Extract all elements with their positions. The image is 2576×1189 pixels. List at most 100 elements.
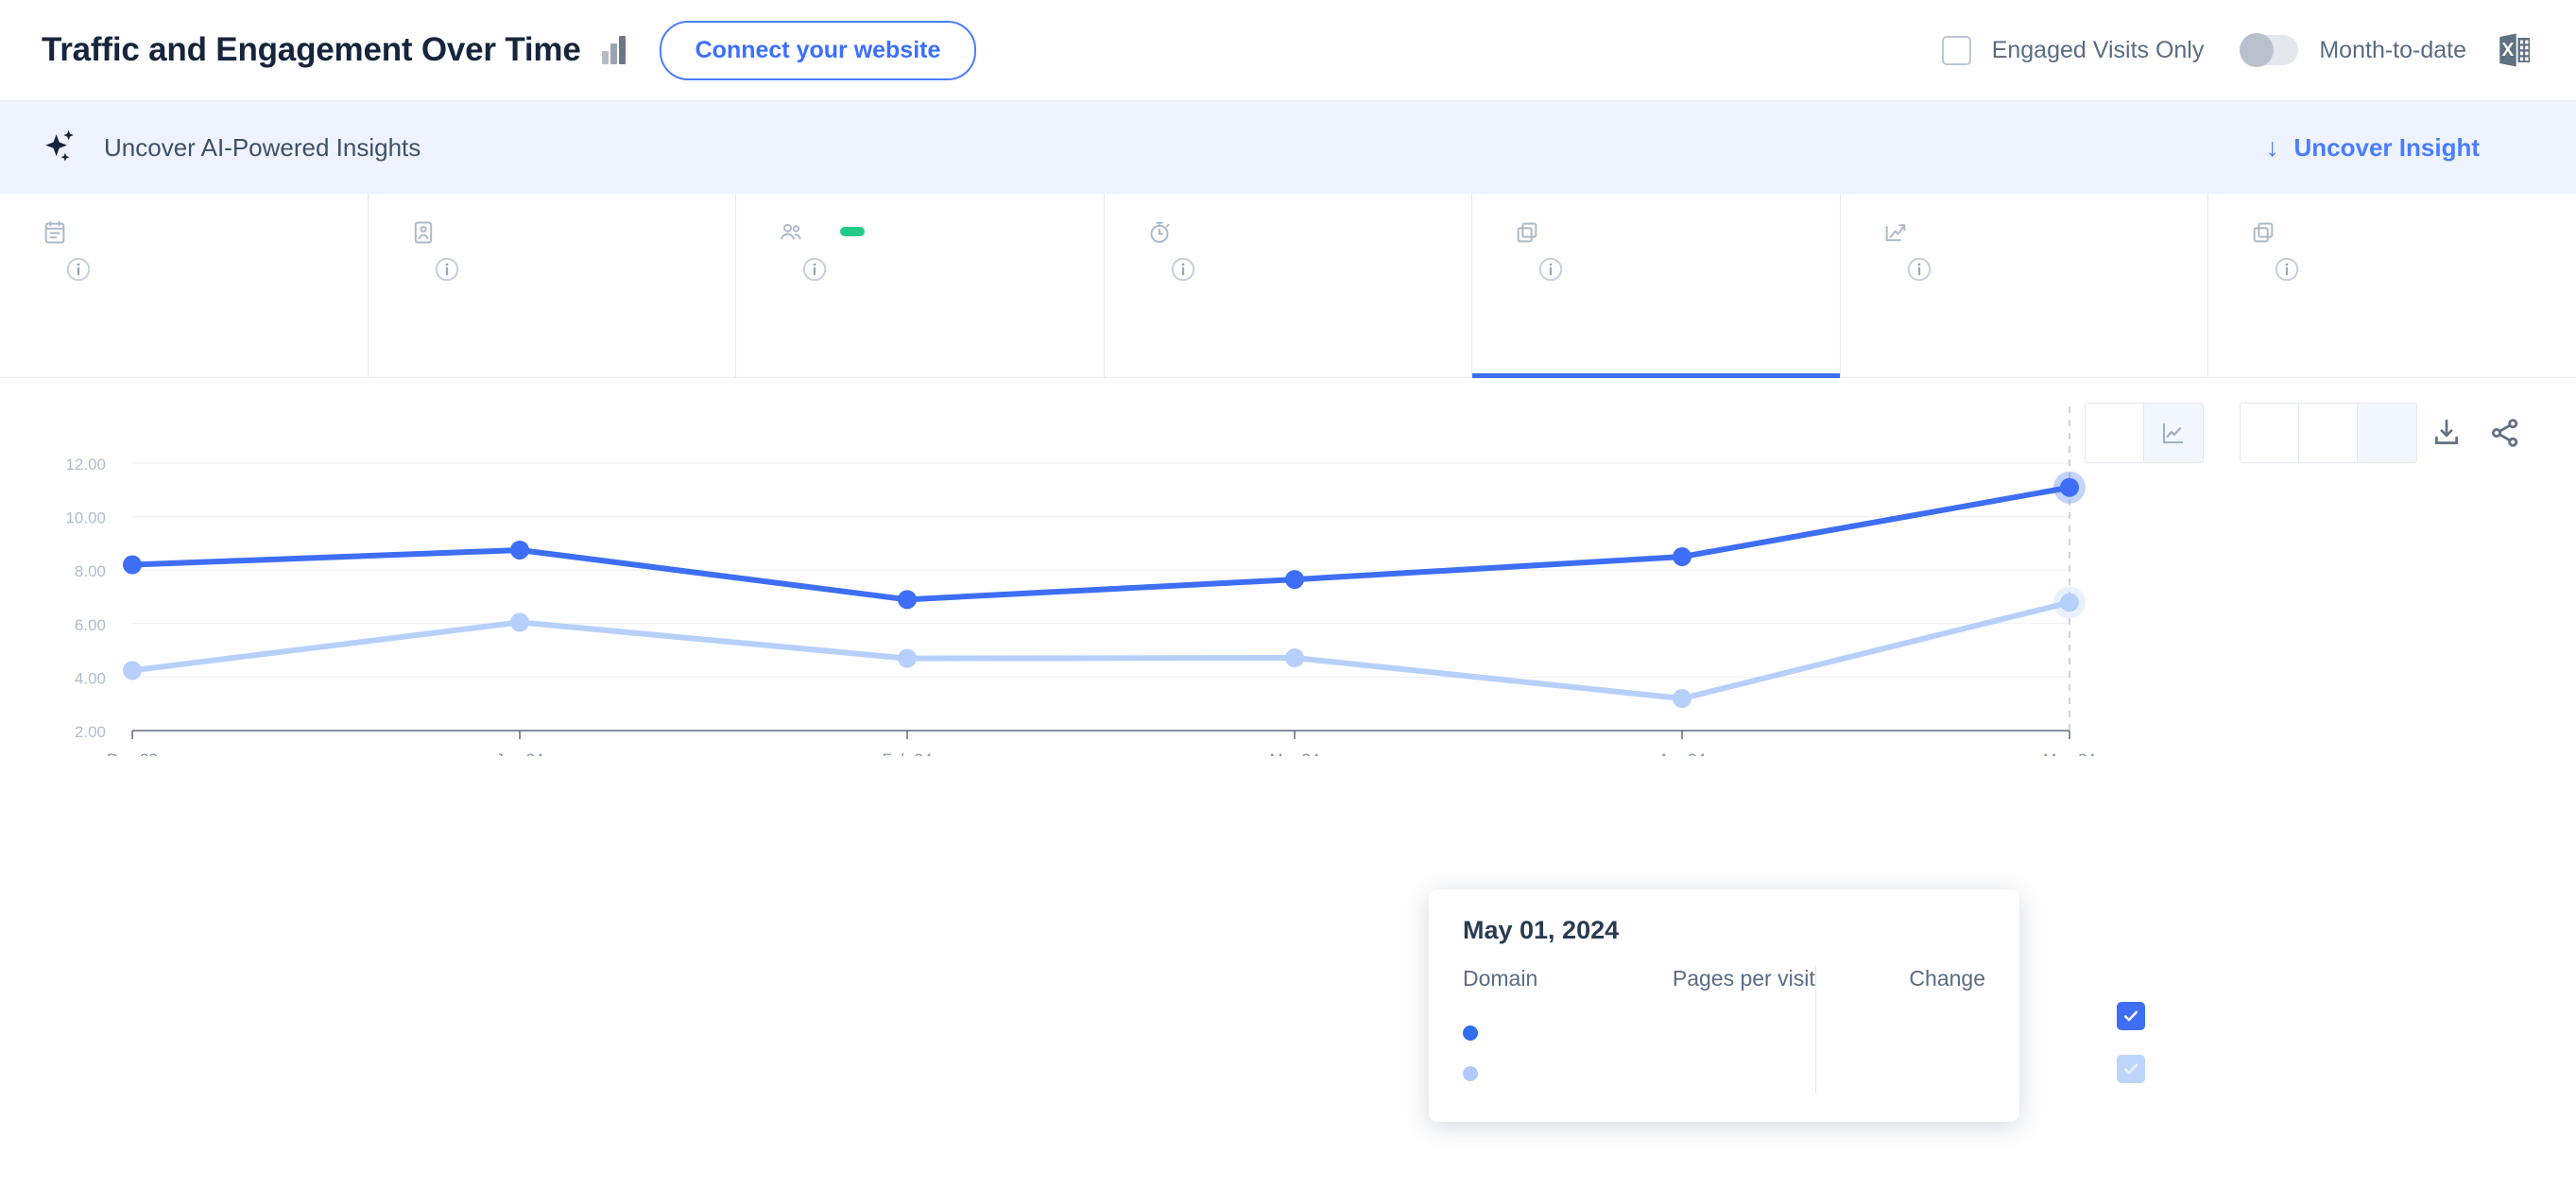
tooltip-header-row: Domain Pages per visit Change: [1463, 966, 1985, 1012]
x-axis-tick: Mar 24: [1270, 750, 1320, 756]
x-axis-tick: Dec 23: [107, 750, 158, 756]
pages-icon: [1514, 219, 1540, 246]
tooltip-value-cell: [1584, 1053, 1815, 1094]
metric-value-row: [1514, 255, 1840, 284]
metric-card-pages-per-visit[interactable]: [1472, 194, 1841, 377]
metric-card-deduplicated-audience[interactable]: [736, 194, 1105, 377]
series-line-mobile-web: [132, 602, 2069, 698]
legend-item-desktop[interactable]: [2117, 1002, 2163, 1030]
data-point[interactable]: [2060, 478, 2079, 497]
y-axis-tick: 10.00: [65, 509, 106, 527]
metric-header: [42, 216, 368, 246]
chart-tooltip: May 01, 2024 Domain Pages per visit Chan…: [1429, 889, 2019, 1122]
excel-export-icon[interactable]: [2495, 30, 2534, 70]
metric-card-monthly-visits[interactable]: [0, 194, 369, 377]
y-axis-tick: 2.00: [75, 723, 106, 741]
metric-header: [1882, 216, 2208, 246]
legend-checkbox[interactable]: [2117, 1055, 2145, 1083]
y-axis-tick: 8.00: [75, 562, 106, 580]
tooltip-row: [1463, 1053, 1985, 1094]
sparkle-icon: [42, 127, 83, 168]
engaged-visits-checkbox[interactable]: [1942, 36, 1971, 65]
metric-header: [2250, 216, 2576, 246]
data-point[interactable]: [1285, 570, 1304, 589]
info-icon[interactable]: [1905, 255, 1933, 284]
ai-insights-banner: Uncover AI-Powered Insights ↓ Uncover In…: [0, 101, 2576, 194]
metric-card-bounce-rate[interactable]: [1841, 194, 2209, 377]
data-point[interactable]: [123, 556, 142, 575]
series-line-desktop: [132, 488, 2069, 600]
chart-plot: 2.004.006.008.0010.0012.00Dec 23Jan 24Fe…: [0, 378, 2576, 756]
data-point[interactable]: [1673, 689, 1692, 708]
metric-card-page-views[interactable]: [2208, 194, 2576, 377]
y-axis-tick: 6.00: [75, 616, 106, 634]
month-to-date-toggle[interactable]: [2240, 35, 2298, 65]
data-point[interactable]: [1285, 648, 1304, 667]
metric-header: [410, 216, 736, 246]
chart-legend: [2117, 1002, 2163, 1083]
uncover-insight-button[interactable]: ↓ Uncover Insight: [2266, 133, 2534, 163]
data-point[interactable]: [898, 649, 917, 668]
tooltip-change-cell: [1815, 1053, 1985, 1094]
metric-value-row: [1882, 255, 2208, 284]
stopwatch-icon: [1146, 219, 1173, 246]
data-point[interactable]: [898, 590, 917, 609]
app-header: Traffic and Engagement Over Time Connect…: [0, 0, 2576, 101]
trend-icon: [1882, 219, 1909, 246]
data-point[interactable]: [510, 612, 529, 631]
period-label: Month-to-date: [2319, 37, 2466, 64]
calendar-icon: [42, 219, 68, 246]
metric-value-row: [2250, 255, 2576, 284]
tooltip-value-cell: [1584, 1012, 1815, 1053]
metric-value-row: [410, 255, 736, 284]
series-dot: [1463, 1025, 1478, 1041]
page-title: Traffic and Engagement Over Time: [42, 31, 581, 69]
beta-badge: [840, 227, 865, 236]
info-icon[interactable]: [2273, 255, 2301, 284]
info-icon[interactable]: [800, 255, 829, 284]
connect-website-button[interactable]: Connect your website: [660, 21, 977, 80]
metric-value-row: [1146, 255, 1472, 284]
tooltip-change-cell: [1815, 1012, 1985, 1053]
header-controls: Engaged Visits Only Month-to-date: [1942, 30, 2534, 70]
tooltip-row: [1463, 1012, 1985, 1053]
metric-value-row: [778, 255, 1104, 284]
metric-header: [1146, 216, 1472, 246]
metric-value-row: [42, 255, 368, 284]
x-axis-tick: Feb 24: [883, 750, 933, 756]
metric-header: [1514, 216, 1840, 246]
x-axis-tick: Jan 24: [495, 750, 543, 756]
y-axis-tick: 4.00: [75, 669, 106, 687]
tooltip-table: Domain Pages per visit Change: [1463, 966, 1985, 1094]
visitor-id-icon: [410, 219, 437, 246]
series-dot: [1463, 1066, 1478, 1081]
x-axis-tick: Apr 24: [1658, 750, 1706, 756]
legend-checkbox[interactable]: [2117, 1002, 2145, 1030]
metric-card-unique-visitors[interactable]: [369, 194, 737, 377]
bar-chart-icon: [602, 36, 626, 64]
data-point[interactable]: [1673, 547, 1692, 566]
data-point[interactable]: [2060, 593, 2079, 612]
chart-area: 2.004.006.008.0010.0012.00Dec 23Jan 24Fe…: [0, 378, 2576, 756]
ai-insights-text: Uncover AI-Powered Insights: [104, 133, 421, 163]
tooltip-date: May 01, 2024: [1463, 916, 1985, 945]
info-icon[interactable]: [1169, 255, 1197, 284]
metric-header: [778, 216, 1104, 246]
tooltip-domain-cell: [1463, 1053, 1584, 1094]
data-point[interactable]: [510, 541, 529, 560]
info-icon[interactable]: [1537, 255, 1565, 284]
tooltip-col-change: Change: [1815, 966, 1985, 1012]
arrow-down-icon: ↓: [2266, 133, 2279, 163]
x-axis-tick: May 24: [2043, 750, 2096, 756]
metric-card-visit-duration[interactable]: [1105, 194, 1473, 377]
legend-item-mobile-web[interactable]: [2117, 1055, 2163, 1083]
metrics-row: [0, 194, 2576, 378]
tooltip-col-value: Pages per visit: [1584, 966, 1815, 1012]
info-icon[interactable]: [433, 255, 461, 284]
people-icon: [778, 219, 804, 246]
info-icon[interactable]: [64, 255, 93, 284]
pages-icon: [2250, 219, 2276, 246]
data-point[interactable]: [123, 661, 142, 680]
uncover-insight-label: Uncover Insight: [2294, 133, 2480, 163]
tooltip-col-domain: Domain: [1463, 966, 1584, 1012]
